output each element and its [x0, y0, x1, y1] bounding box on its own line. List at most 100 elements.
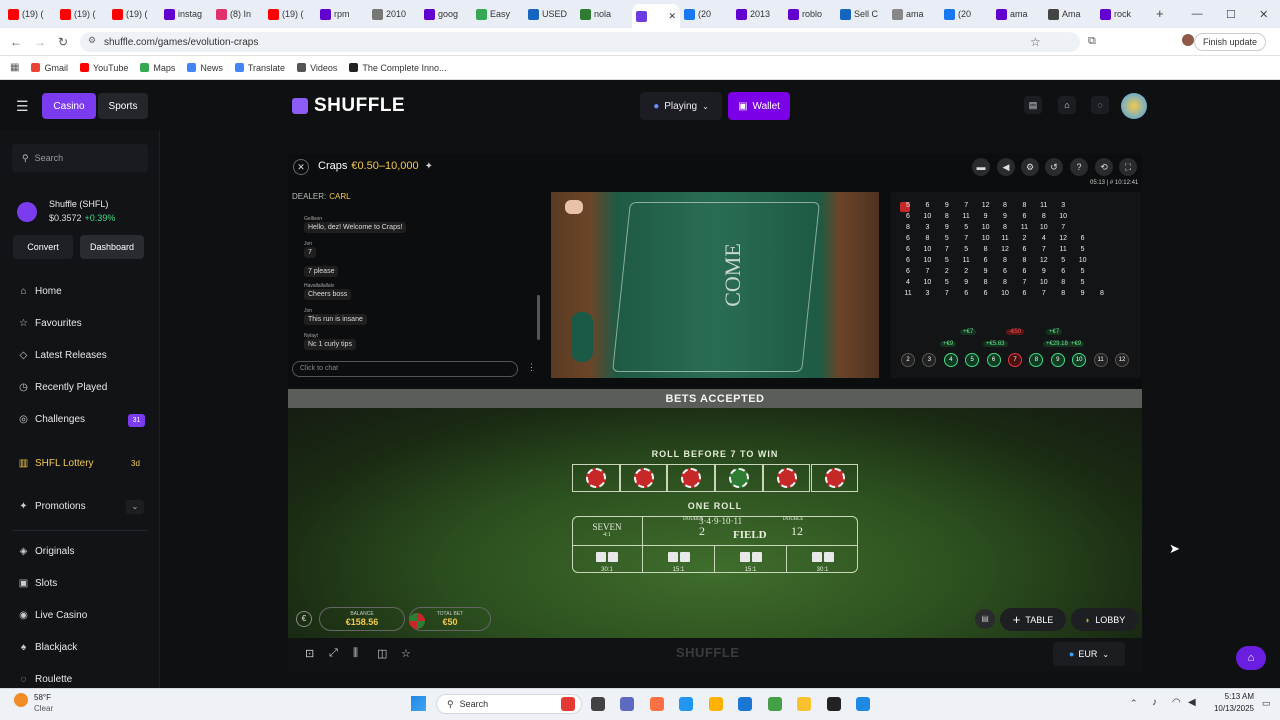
taskbar-app-icon[interactable]: [738, 697, 752, 711]
sidebar-item-home[interactable]: ⌂ Home: [18, 286, 61, 297]
gift-icon[interactable]: ⌂: [1058, 96, 1076, 114]
close-tab-icon[interactable]: ✕: [668, 11, 676, 22]
sidebar-item-lottery[interactable]: ▥ SHFL Lottery: [18, 458, 94, 469]
forward-icon[interactable]: →: [34, 35, 46, 49]
microphone-icon[interactable]: ♪: [1152, 697, 1157, 708]
favorite-icon[interactable]: ☆: [401, 647, 411, 660]
bookmark-item[interactable]: Videos: [297, 63, 337, 73]
field-bet[interactable]: 3·4·9·10·11 FIELD 2 12 DOUBLE DOUBLE: [643, 516, 858, 546]
sidebar-item-blackjack[interactable]: ♠ Blackjack: [18, 642, 77, 653]
windows-start-icon[interactable]: [411, 696, 426, 711]
expand-icon[interactable]: ⤢: [329, 647, 338, 660]
tracker-number[interactable]: 7: [1008, 353, 1022, 367]
tracker-number[interactable]: 2: [901, 353, 915, 367]
browser-tab[interactable]: nola: [580, 4, 628, 24]
prop-bet[interactable]: 30:1: [787, 546, 858, 573]
url-field[interactable]: ⚙ shuffle.com/games/evolution-craps: [80, 32, 1080, 52]
sidebar-item-originals[interactable]: ◈ Originals: [18, 546, 75, 557]
browser-tab[interactable]: Sell C: [840, 4, 888, 24]
euro-chip-icon[interactable]: €: [296, 611, 312, 627]
tracker-number[interactable]: 12: [1115, 353, 1129, 367]
tracker-number[interactable]: 4: [943, 353, 958, 367]
taskbar-app-icon[interactable]: [767, 697, 782, 711]
roll-before-bet[interactable]: [762, 464, 811, 492]
extensions-icon[interactable]: ⧉: [1088, 35, 1096, 48]
site-info-icon[interactable]: ⚙: [88, 35, 96, 46]
browser-tab[interactable]: (19) (: [268, 4, 316, 24]
taskbar-app-icon[interactable]: [649, 697, 664, 711]
browser-tab[interactable]: ama: [892, 4, 940, 24]
browser-tab[interactable]: 2010: [372, 4, 420, 24]
browser-tab[interactable]: instag: [164, 4, 212, 24]
roll-before-bet[interactable]: [810, 464, 859, 492]
chat-icon[interactable]: ◌: [1091, 96, 1109, 114]
browser-tab[interactable]: (19) (: [60, 4, 108, 24]
taskbar-app-icon[interactable]: [708, 697, 723, 711]
roll-before-bet[interactable]: [715, 464, 763, 492]
taskbar-app-icon[interactable]: [797, 697, 811, 711]
chat-options-icon[interactable]: ⋮: [527, 362, 536, 373]
chat-scrollbar[interactable]: [537, 295, 540, 340]
browser-tab[interactable]: (20: [684, 4, 732, 24]
browser-tab[interactable]: Ama: [1048, 4, 1096, 24]
chat-input[interactable]: Click to chat: [292, 361, 518, 377]
taskbar-app-icon[interactable]: [590, 697, 605, 711]
browser-tab[interactable]: goog: [424, 4, 472, 24]
casino-tab[interactable]: Casino: [42, 93, 96, 119]
menu-icon[interactable]: ☰: [16, 98, 29, 115]
browser-tab[interactable]: (8) In: [216, 4, 264, 24]
browser-tab[interactable]: USED: [528, 4, 576, 24]
taskbar-app-icon[interactable]: [620, 697, 634, 711]
table-button[interactable]: + TABLE: [1000, 608, 1066, 631]
bookmark-item[interactable]: Maps: [140, 63, 175, 73]
browser-tab[interactable]: Easy: [476, 4, 524, 24]
sidebar-item-favourites[interactable]: ☆ Favourites: [18, 318, 82, 329]
minimize-icon[interactable]: —: [1192, 8, 1203, 20]
promotions-expand-icon[interactable]: ⌄: [126, 500, 144, 514]
browser-tab[interactable]: rpm: [320, 4, 368, 24]
browser-tab[interactable]: (20: [944, 4, 992, 24]
volume-icon[interactable]: ◀: [1188, 697, 1196, 708]
search-input[interactable]: ⚲ Search: [12, 144, 148, 172]
settings-icon[interactable]: ⚙: [1021, 158, 1039, 176]
convert-button[interactable]: Convert: [13, 235, 73, 259]
tray-chevron-icon[interactable]: ⌃: [1130, 698, 1138, 709]
sidebar-item-latest-releases[interactable]: ◇ Latest Releases: [18, 350, 107, 361]
stats-icon[interactable]: ▤: [975, 609, 995, 629]
prop-bet[interactable]: 15:1: [715, 546, 787, 573]
bookmark-item[interactable]: Gmail: [31, 63, 68, 73]
chart-icon[interactable]: ◫: [377, 647, 387, 660]
site-logo[interactable]: SHUFFLE: [292, 95, 405, 117]
sidebar-item-promotions[interactable]: ✦ Promotions: [18, 501, 85, 512]
maximize-icon[interactable]: ☐: [1226, 8, 1236, 21]
reload-icon[interactable]: ↻: [58, 35, 68, 49]
browser-tab[interactable]: rock: [1100, 4, 1148, 24]
currency-selector[interactable]: ● EUR ⌄: [1053, 642, 1125, 666]
seven-bet[interactable]: SEVEN 4:1: [572, 516, 643, 546]
close-game-icon[interactable]: ✕: [293, 159, 309, 175]
new-tab-button[interactable]: +: [1156, 6, 1164, 21]
support-chat-button[interactable]: ⌂: [1236, 646, 1266, 670]
notifications-icon[interactable]: ▭: [1262, 698, 1271, 709]
bookmark-item[interactable]: News: [187, 63, 223, 73]
sidebar-item-slots[interactable]: ▣ Slots: [18, 578, 57, 589]
browser-tab[interactable]: (19) (: [8, 4, 56, 24]
roll-before-bet[interactable]: [572, 464, 620, 492]
bookmark-item[interactable]: Translate: [234, 63, 285, 73]
receipt-icon[interactable]: ▤: [1024, 96, 1042, 114]
browser-tab[interactable]: 2013: [736, 4, 784, 24]
close-window-icon[interactable]: ✕: [1259, 8, 1268, 21]
browser-tab[interactable]: ama: [996, 4, 1044, 24]
sidebar-item-live-casino[interactable]: ◉ Live Casino: [18, 610, 87, 621]
history-icon[interactable]: ↺: [1045, 158, 1063, 176]
help-icon[interactable]: ?: [1070, 158, 1088, 176]
browser-tab[interactable]: ✕: [632, 4, 680, 28]
playing-dropdown[interactable]: ● Playing ⌄: [640, 92, 722, 120]
apps-grid-icon[interactable]: ▦: [10, 62, 19, 73]
sidebar-item-roulette[interactable]: ◌ Roulette: [18, 674, 73, 685]
tracker-number[interactable]: 9: [1050, 353, 1065, 367]
wifi-icon[interactable]: ◠: [1172, 697, 1181, 708]
lobby-button[interactable]: ◗ LOBBY: [1071, 608, 1139, 631]
taskbar-app-icon[interactable]: [856, 697, 870, 711]
prop-bet[interactable]: 15:1: [643, 546, 715, 573]
